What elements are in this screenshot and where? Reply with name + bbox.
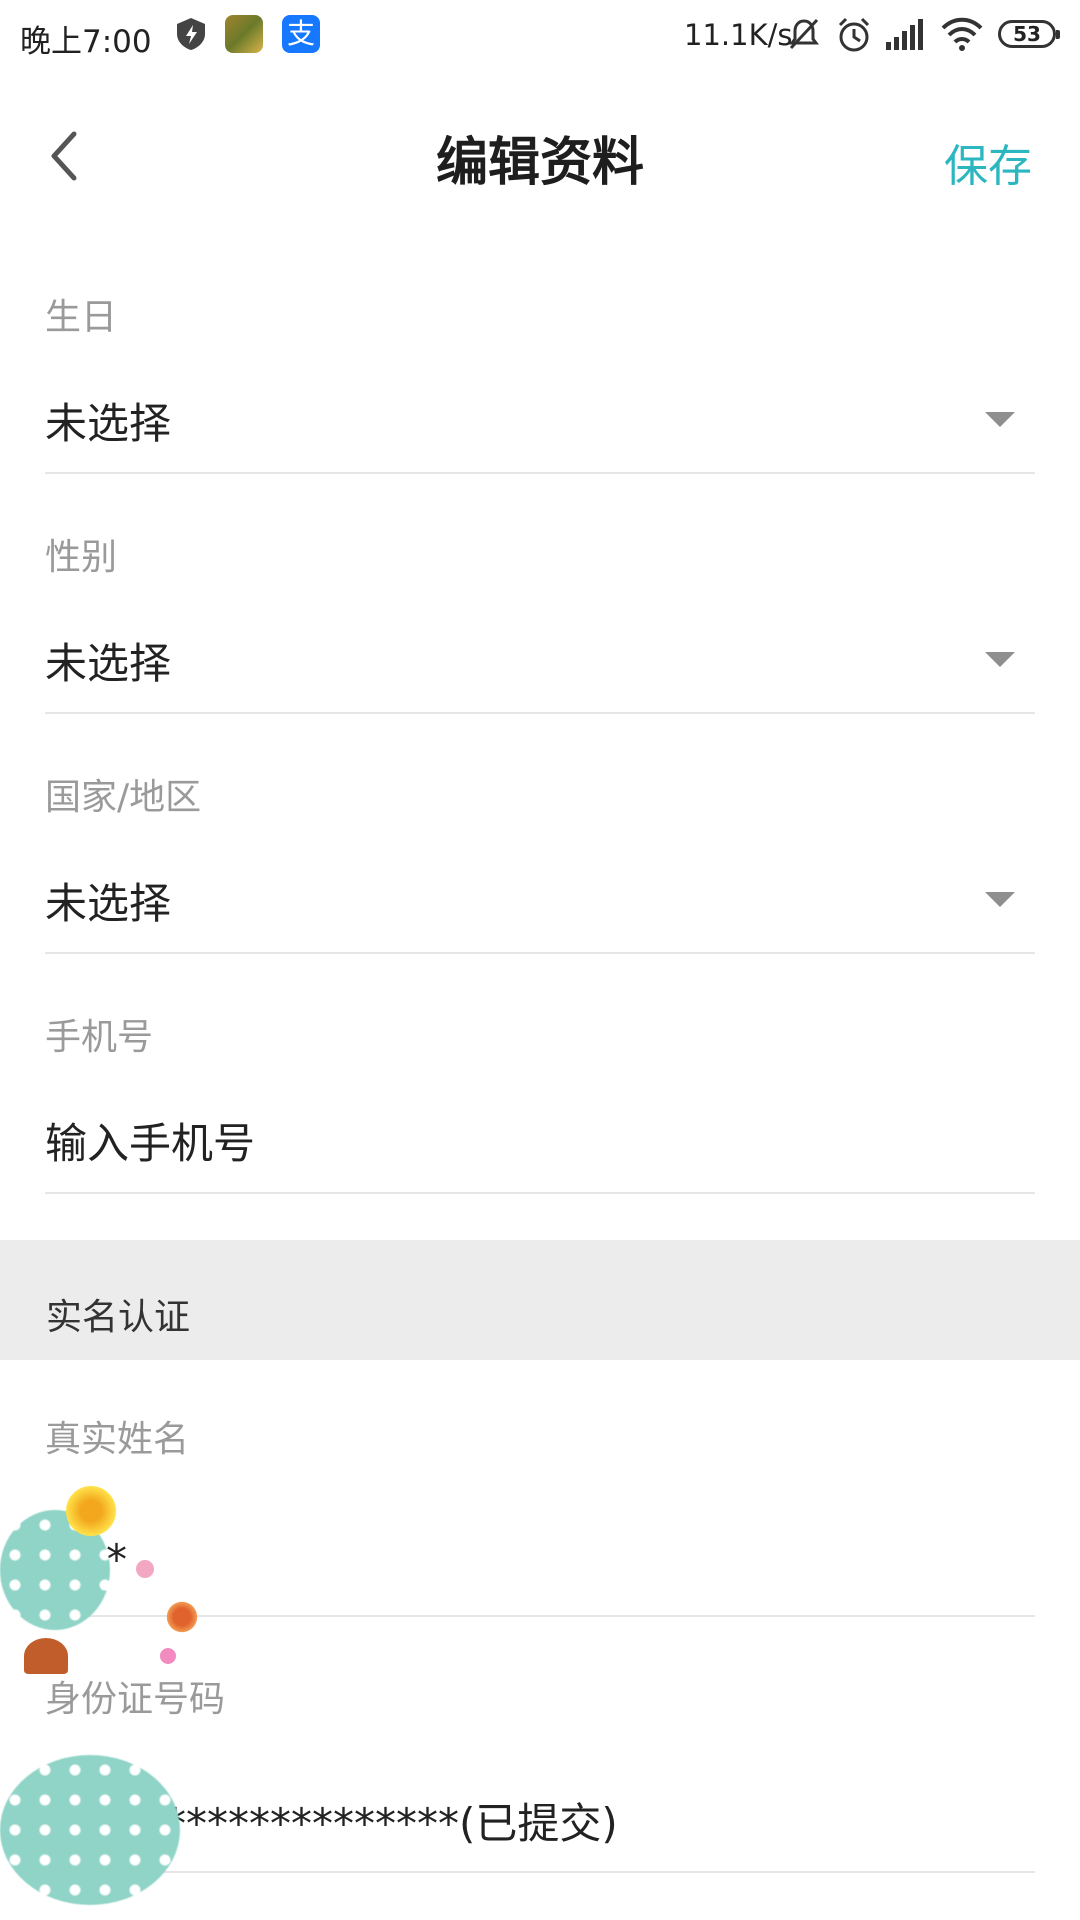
heart-sticker-icon — [160, 1648, 176, 1664]
dropdown-arrow-icon[interactable] — [985, 412, 1015, 427]
birthday-label: 生日 — [45, 297, 118, 338]
gender-value[interactable]: 未选择 — [45, 630, 171, 691]
divider — [45, 472, 1035, 474]
shield-icon — [177, 18, 205, 50]
mute-icon — [789, 18, 819, 50]
region-value[interactable]: 未选择 — [45, 870, 171, 931]
dropdown-arrow-icon[interactable] — [985, 892, 1015, 907]
flower-sticker-icon — [62, 1482, 120, 1540]
real-name-field: 真实姓名 ** — [45, 1405, 1035, 1617]
gender-label: 性别 — [45, 537, 118, 578]
phone-field[interactable]: 手机号 输入手机号 — [45, 1000, 1035, 1200]
divider — [45, 712, 1035, 714]
network-speed: 11.1K/s — [684, 18, 793, 52]
region-field[interactable]: 国家/地区 未选择 — [45, 760, 1035, 960]
id-number-value: **************(已提交) — [165, 1799, 618, 1848]
alipay-icon: 支 — [282, 15, 320, 53]
id-number-label: 身份证号码 — [45, 1679, 226, 1720]
alarm-icon — [838, 17, 870, 52]
save-button[interactable]: 保存 — [944, 130, 1032, 194]
wifi-icon — [941, 17, 983, 51]
divider — [45, 952, 1035, 954]
real-name-label: 真实姓名 — [45, 1419, 190, 1460]
divider — [45, 1871, 1035, 1873]
game-app-icon — [225, 15, 263, 53]
section-header-verification: 实名认证 — [0, 1240, 1080, 1360]
battery-icon: 53 — [998, 20, 1060, 48]
dropdown-arrow-icon[interactable] — [985, 652, 1015, 667]
birthday-value[interactable]: 未选择 — [45, 390, 171, 451]
status-bar: 晚上7:00 支 11.1K/s 53 — [0, 0, 1080, 70]
heart-sticker-icon — [136, 1560, 154, 1578]
id-number-field: 身份证号码 **************(已提交) — [45, 1665, 1035, 1875]
polka-dot-sticker — [0, 1755, 180, 1905]
phone-input[interactable]: 输入手机号 — [45, 1110, 255, 1171]
flower-sticker-icon — [165, 1600, 199, 1634]
phone-label: 手机号 — [45, 1017, 154, 1058]
header: 编辑资料 保存 — [0, 80, 1080, 230]
section-title: 实名认证 — [46, 1297, 191, 1338]
mushroom-sticker-icon — [24, 1638, 68, 1674]
region-label: 国家/地区 — [45, 777, 202, 818]
signal-icon — [886, 19, 923, 50]
divider — [45, 1192, 1035, 1194]
birthday-field[interactable]: 生日 未选择 — [45, 280, 1035, 480]
page-title: 编辑资料 — [435, 133, 644, 193]
status-time: 晚上7:00 — [20, 24, 152, 60]
gender-field[interactable]: 性别 未选择 — [45, 520, 1035, 720]
